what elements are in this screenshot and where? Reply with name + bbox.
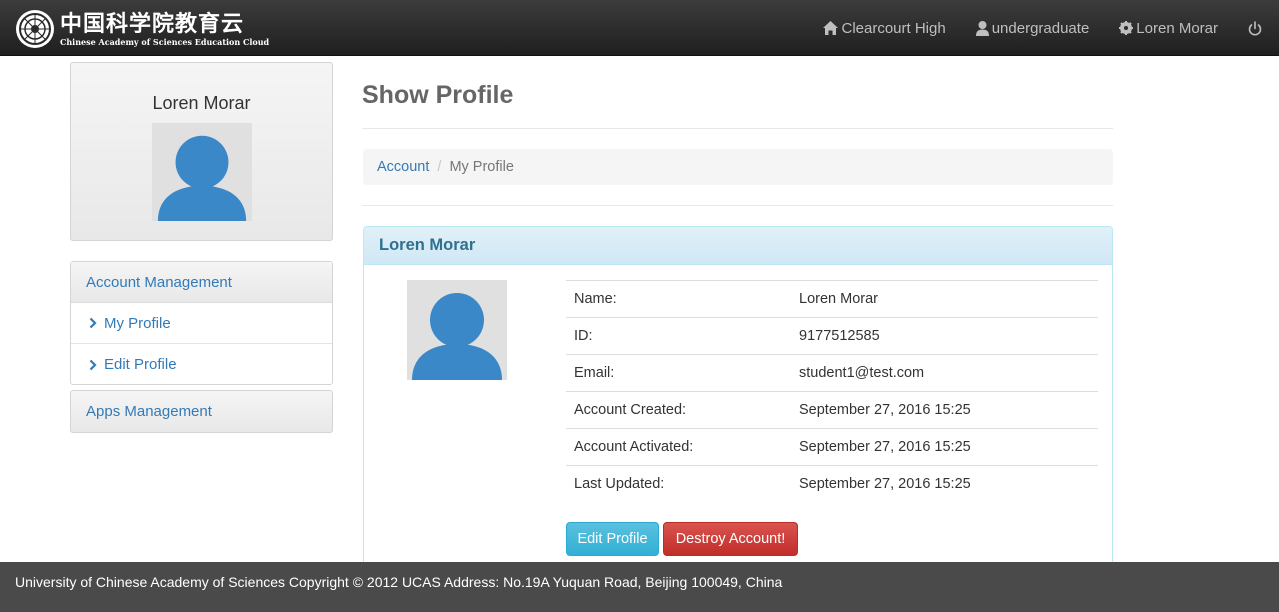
navbar-right: Clearcourt High undergraduate Loren Mora… (823, 0, 1279, 56)
breadcrumb-account-link[interactable]: Account (377, 159, 429, 175)
chevron-right-icon (89, 317, 97, 329)
brand-text: 中国科学院教育云 Chinese Academy of Sciences Edu… (60, 13, 269, 46)
account-management-group: Account Management My Profile Edit Profi… (70, 261, 333, 385)
user-avatar-icon (412, 288, 502, 380)
edit-profile-button[interactable]: Edit Profile (566, 522, 659, 556)
nav-role-link[interactable]: undergraduate (975, 19, 1090, 37)
nav-school-label: Clearcourt High (841, 19, 946, 37)
profile-info-table: Name: Loren Morar ID: 9177512585 Email: … (566, 280, 1098, 503)
nav-user-menu[interactable]: Loren Morar (1119, 20, 1218, 37)
power-icon (1248, 20, 1262, 36)
logout-button[interactable] (1248, 20, 1265, 36)
profile-panel: Loren Morar Name: Loren Morar ID: 917751… (363, 226, 1113, 576)
field-value: September 27, 2016 15:25 (791, 391, 1098, 429)
field-label: Last Updated: (566, 465, 791, 503)
table-row: Email: student1@test.com (566, 354, 1098, 392)
sidebar-item-my-profile[interactable]: My Profile (71, 303, 332, 344)
table-row: ID: 9177512585 (566, 317, 1098, 355)
sidebar-profile-name: Loren Morar (152, 93, 251, 113)
field-label: Account Activated: (566, 428, 791, 466)
footer-text: University of Chinese Academy of Science… (15, 574, 783, 590)
page-footer: University of Chinese Academy of Science… (0, 562, 1279, 612)
breadcrumb-current: My Profile (449, 159, 514, 175)
destroy-account-button[interactable]: Destroy Account! (663, 522, 798, 556)
sidebar-item-label: My Profile (104, 314, 171, 332)
brand-logo[interactable]: 中国科学院教育云 Chinese Academy of Sciences Edu… (16, 9, 269, 49)
divider (362, 205, 1113, 206)
nav-role-label: undergraduate (991, 19, 1090, 37)
sidebar-item-label: Edit Profile (104, 356, 177, 373)
user-icon (975, 20, 989, 36)
nav-school-link[interactable]: Clearcourt High (823, 19, 946, 37)
field-label: ID: (566, 317, 791, 355)
breadcrumb-separator: / (437, 159, 442, 175)
table-row: Account Activated: September 27, 2016 15… (566, 428, 1098, 466)
field-label: Email: (566, 354, 791, 392)
field-value: September 27, 2016 15:25 (791, 465, 1098, 503)
avatar (407, 280, 507, 380)
divider (362, 128, 1113, 129)
field-value: student1@test.com (791, 354, 1098, 392)
nav-user-label: Loren Morar (1136, 19, 1218, 37)
apps-management-header[interactable]: Apps Management (70, 390, 333, 433)
cas-emblem-icon (16, 10, 54, 48)
profile-panel-title: Loren Morar (364, 227, 1112, 265)
table-row: Last Updated: September 27, 2016 15:25 (566, 465, 1098, 503)
breadcrumb: Account / My Profile (363, 149, 1113, 185)
page-title: Show Profile (362, 81, 514, 109)
field-label: Account Created: (566, 391, 791, 429)
sidebar-profile-card: Loren Morar (70, 62, 333, 241)
brand-title-cn: 中国科学院教育云 (60, 10, 245, 37)
user-avatar-icon (157, 130, 247, 221)
field-value: September 27, 2016 15:25 (791, 428, 1098, 466)
field-value: 9177512585 (791, 317, 1098, 355)
field-value: Loren Morar (791, 280, 1098, 318)
field-label: Name: (566, 280, 791, 318)
table-row: Name: Loren Morar (566, 280, 1098, 318)
gear-icon (1119, 21, 1134, 35)
chevron-right-icon (89, 359, 97, 370)
top-navbar: 中国科学院教育云 Chinese Academy of Sciences Edu… (0, 0, 1279, 56)
account-management-header[interactable]: Account Management (71, 262, 332, 303)
sidebar-item-edit-profile[interactable]: Edit Profile (71, 344, 332, 385)
avatar (152, 123, 252, 221)
table-row: Account Created: September 27, 2016 15:2… (566, 391, 1098, 429)
brand-title-en: Chinese Academy of Sciences Education Cl… (60, 36, 270, 47)
home-icon (823, 21, 839, 35)
